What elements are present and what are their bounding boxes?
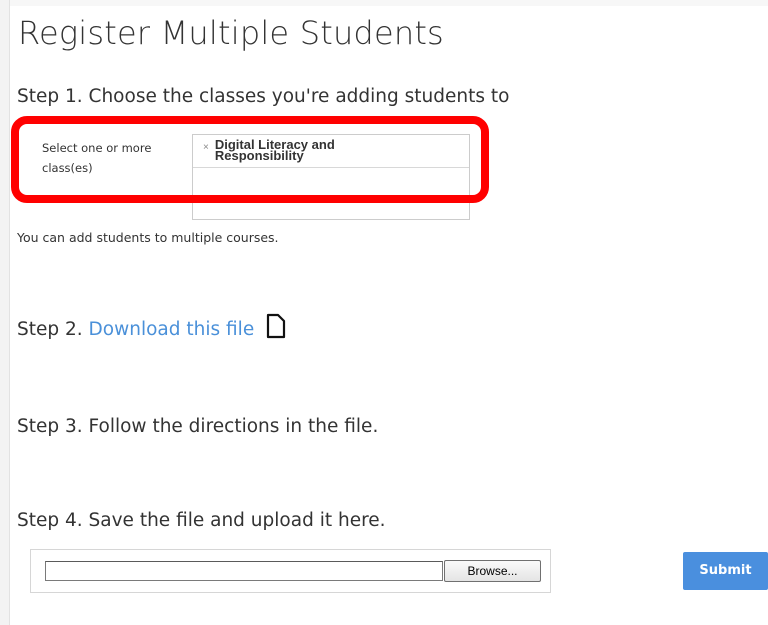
page-title: Register Multiple Students bbox=[18, 14, 444, 52]
browse-button[interactable]: Browse... bbox=[444, 560, 541, 582]
step-3-instruction: Step 3. Follow the directions in the fil… bbox=[17, 416, 379, 437]
selected-classes-area[interactable]: × Digital Literacy and Responsibility bbox=[193, 135, 469, 168]
top-edge bbox=[0, 0, 768, 6]
page: Register Multiple Students Step 1. Choos… bbox=[0, 0, 768, 625]
step-2-instruction: Step 2. Download this file bbox=[17, 313, 286, 344]
multiple-courses-hint: You can add students to multiple courses… bbox=[17, 230, 279, 245]
remove-class-icon[interactable]: × bbox=[203, 142, 209, 153]
class-select-label: Select one or more class(es) bbox=[42, 141, 152, 175]
file-icon[interactable] bbox=[266, 313, 286, 344]
class-multiselect[interactable]: × Digital Literacy and Responsibility bbox=[192, 134, 470, 220]
download-file-link[interactable]: Download this file bbox=[89, 319, 255, 340]
submit-button[interactable]: Submit bbox=[683, 552, 768, 590]
file-path-input[interactable] bbox=[45, 561, 443, 581]
step-2-prefix: Step 2. bbox=[17, 319, 89, 340]
class-chip-label: Digital Literacy and Responsibility bbox=[214, 137, 335, 163]
step-4-instruction: Step 4. Save the file and upload it here… bbox=[17, 510, 386, 531]
class-chip: × Digital Literacy and Responsibility bbox=[203, 137, 415, 163]
step-1-instruction: Step 1. Choose the classes you're adding… bbox=[17, 86, 510, 107]
class-selector-row: Select one or more class(es) × Digital L… bbox=[32, 128, 482, 220]
file-upload-container: Browse... bbox=[30, 549, 551, 593]
left-edge bbox=[0, 0, 10, 625]
